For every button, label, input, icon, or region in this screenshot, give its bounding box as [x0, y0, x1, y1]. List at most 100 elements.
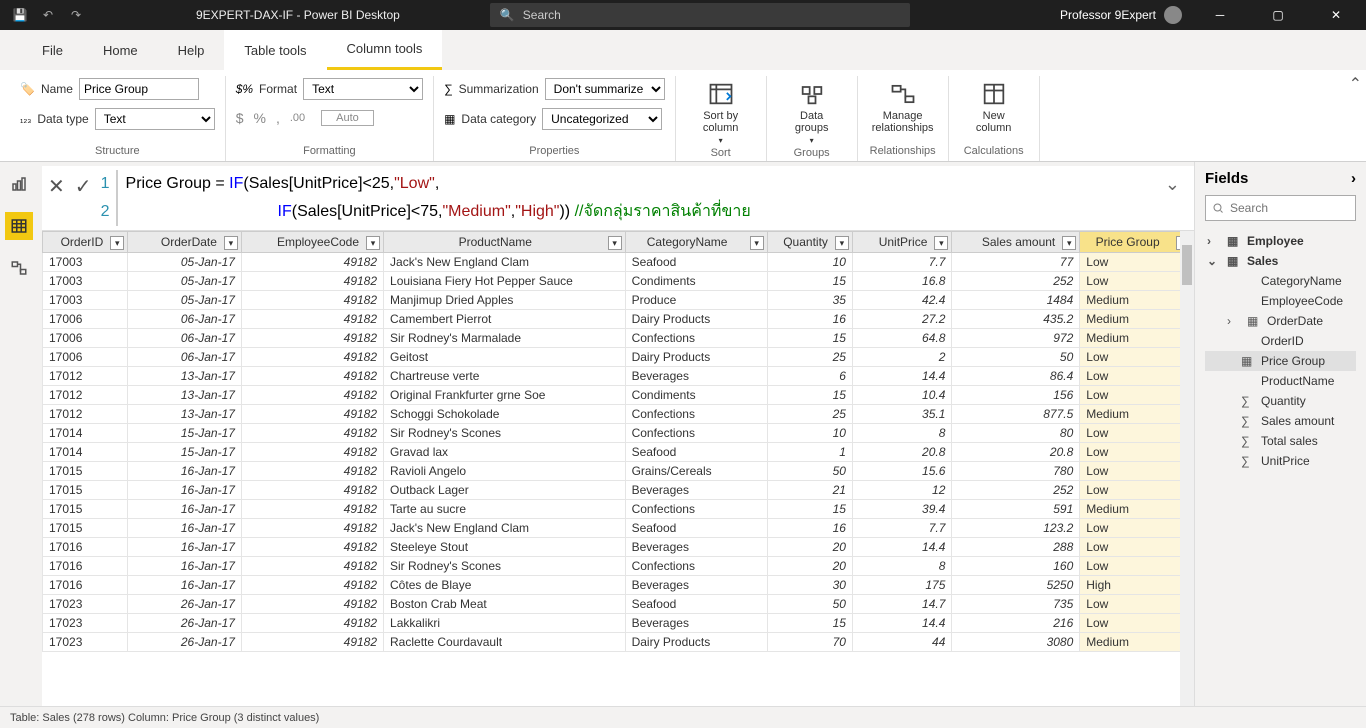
group-calculations: Calculations	[959, 143, 1029, 161]
table-row[interactable]: 1700606-Jan-1749182Camembert PierrotDair…	[43, 310, 1194, 329]
percent-icon[interactable]: %	[254, 110, 266, 126]
data-groups-button[interactable]: Data groups▾	[777, 76, 847, 145]
formula-code[interactable]: 1Price Group = IF(Sales[UnitPrice]<25,"L…	[100, 170, 1149, 226]
group-formatting: Formatting	[236, 143, 423, 161]
data-view-button[interactable]	[5, 212, 33, 240]
table-row[interactable]: 1700305-Jan-1749182Jack's New England Cl…	[43, 253, 1194, 272]
currency-icon[interactable]: $	[236, 110, 244, 126]
menu-file[interactable]: File	[22, 30, 83, 70]
column-header[interactable]: EmployeeCode▾	[241, 232, 383, 253]
user-account[interactable]: Professor 9Expert	[1060, 6, 1182, 24]
table-row[interactable]: 1702326-Jan-1749182LakkalikriBeverages15…	[43, 614, 1194, 633]
status-bar: Table: Sales (278 rows) Column: Price Gr…	[0, 706, 1366, 728]
format-select[interactable]: Text	[303, 78, 423, 100]
field-item[interactable]: OrderID	[1205, 331, 1356, 351]
collapse-ribbon-icon[interactable]: ⌃	[1349, 74, 1362, 94]
filter-dropdown-icon[interactable]: ▾	[934, 236, 948, 250]
datatype-select[interactable]: Text	[95, 108, 215, 130]
filter-dropdown-icon[interactable]: ▾	[608, 236, 622, 250]
table-row[interactable]: 1701516-Jan-1749182Tarte au sucreConfect…	[43, 500, 1194, 519]
table-row[interactable]: 1701516-Jan-1749182Ravioli AngeloGrains/…	[43, 462, 1194, 481]
minimize-button[interactable]: ─	[1200, 0, 1240, 30]
field-item[interactable]: ProductName	[1205, 371, 1356, 391]
filter-dropdown-icon[interactable]: ▾	[224, 236, 238, 250]
titlebar: 💾 ↶ ↷ 9EXPERT-DAX-IF - Power BI Desktop …	[0, 0, 1366, 30]
comma-icon[interactable]: ,	[276, 110, 280, 126]
column-header[interactable]: Sales amount▾	[952, 232, 1080, 253]
menu-help[interactable]: Help	[158, 30, 225, 70]
auto-decimals[interactable]: Auto	[321, 110, 374, 126]
table-sales[interactable]: ⌄▦Sales	[1205, 251, 1356, 271]
table-row[interactable]: 1701616-Jan-1749182Sir Rodney's SconesCo…	[43, 557, 1194, 576]
table-row[interactable]: 1701213-Jan-1749182Chartreuse verteBever…	[43, 367, 1194, 386]
column-name-input[interactable]	[79, 78, 199, 100]
field-item[interactable]: ∑Sales amount	[1205, 411, 1356, 431]
column-header[interactable]: CategoryName▾	[625, 232, 767, 253]
menu-home[interactable]: Home	[83, 30, 158, 70]
filter-dropdown-icon[interactable]: ▾	[1062, 236, 1076, 250]
summarization-select[interactable]: Don't summarize	[545, 78, 665, 100]
column-header[interactable]: OrderDate▾	[128, 232, 242, 253]
table-row[interactable]: 1701415-Jan-1749182Gravad laxSeafood120.…	[43, 443, 1194, 462]
column-header[interactable]: UnitPrice▾	[852, 232, 951, 253]
table-row[interactable]: 1701213-Jan-1749182Original Frankfurter …	[43, 386, 1194, 405]
field-item[interactable]: CategoryName	[1205, 271, 1356, 291]
cancel-formula-icon[interactable]: ✕	[48, 174, 65, 199]
fields-pane: Fields› ›▦Employee ⌄▦Sales CategoryNameE…	[1194, 162, 1366, 706]
vertical-scrollbar[interactable]	[1180, 231, 1194, 706]
filter-dropdown-icon[interactable]: ▾	[110, 236, 124, 250]
field-item[interactable]: ▦Price Group	[1205, 351, 1356, 371]
table-row[interactable]: 1700305-Jan-1749182Louisiana Fiery Hot P…	[43, 272, 1194, 291]
field-item[interactable]: ∑UnitPrice	[1205, 451, 1356, 471]
report-view-button[interactable]	[5, 170, 33, 198]
table-row[interactable]: 1701516-Jan-1749182Outback LagerBeverage…	[43, 481, 1194, 500]
column-header[interactable]: Price Group▾	[1080, 232, 1194, 253]
decimals-icon[interactable]: .00	[290, 112, 305, 124]
avatar-icon	[1164, 6, 1182, 24]
sort-by-column-button[interactable]: Sort by column▾	[686, 76, 756, 145]
datacategory-select[interactable]: Uncategorized	[542, 108, 662, 130]
format-icon: $%	[236, 82, 253, 96]
formula-bar[interactable]: ✕ ✓ 1Price Group = IF(Sales[UnitPrice]<2…	[42, 166, 1194, 231]
table-row[interactable]: 1701616-Jan-1749182Steeleye StoutBeverag…	[43, 538, 1194, 557]
data-grid[interactable]: OrderID▾OrderDate▾EmployeeCode▾ProductNa…	[42, 231, 1194, 706]
fields-search-input[interactable]	[1205, 195, 1356, 221]
chevron-right-icon[interactable]: ›	[1351, 170, 1356, 187]
new-column-button[interactable]: New column	[959, 76, 1029, 134]
table-row[interactable]: 1702326-Jan-1749182Boston Crab MeatSeafo…	[43, 595, 1194, 614]
table-row[interactable]: 1702326-Jan-1749182Raclette CourdavaultD…	[43, 633, 1194, 652]
menu-column-tools[interactable]: Column tools	[327, 30, 443, 70]
commit-formula-icon[interactable]: ✓	[75, 174, 92, 199]
model-view-button[interactable]	[5, 254, 33, 282]
field-item[interactable]: EmployeeCode	[1205, 291, 1356, 311]
table-row[interactable]: 1700606-Jan-1749182Sir Rodney's Marmalad…	[43, 329, 1194, 348]
datacategory-label: Data category	[461, 112, 536, 126]
table-row[interactable]: 1700305-Jan-1749182Manjimup Dried Apples…	[43, 291, 1194, 310]
datatype-icon: ₁₂₃	[20, 114, 31, 125]
field-item[interactable]: ∑Total sales	[1205, 431, 1356, 451]
close-button[interactable]: ✕	[1316, 0, 1356, 30]
field-item[interactable]: ›▦OrderDate	[1205, 311, 1356, 331]
field-item[interactable]: ∑Quantity	[1205, 391, 1356, 411]
table-row[interactable]: 1701616-Jan-1749182Côtes de BlayeBeverag…	[43, 576, 1194, 595]
filter-dropdown-icon[interactable]: ▾	[835, 236, 849, 250]
column-header[interactable]: ProductName▾	[384, 232, 626, 253]
filter-dropdown-icon[interactable]: ▾	[750, 236, 764, 250]
table-row[interactable]: 1700606-Jan-1749182GeitostDairy Products…	[43, 348, 1194, 367]
filter-dropdown-icon[interactable]: ▾	[366, 236, 380, 250]
table-employee[interactable]: ›▦Employee	[1205, 231, 1356, 251]
maximize-button[interactable]: ▢	[1258, 0, 1298, 30]
undo-icon[interactable]: ↶	[40, 7, 56, 23]
expand-formula-icon[interactable]: ⌄	[1157, 170, 1188, 199]
column-header[interactable]: Quantity▾	[767, 232, 852, 253]
table-row[interactable]: 1701516-Jan-1749182Jack's New England Cl…	[43, 519, 1194, 538]
redo-icon[interactable]: ↷	[68, 7, 84, 23]
menu-table-tools[interactable]: Table tools	[224, 30, 326, 70]
table-row[interactable]: 1701415-Jan-1749182Sir Rodney's SconesCo…	[43, 424, 1194, 443]
global-search[interactable]: 🔍 Search	[490, 3, 910, 27]
save-icon[interactable]: 💾	[12, 7, 28, 23]
window-title: 9EXPERT-DAX-IF - Power BI Desktop	[196, 8, 400, 22]
manage-relationships-button[interactable]: Manage relationships	[868, 76, 938, 134]
column-header[interactable]: OrderID▾	[43, 232, 128, 253]
table-row[interactable]: 1701213-Jan-1749182Schoggi SchokoladeCon…	[43, 405, 1194, 424]
